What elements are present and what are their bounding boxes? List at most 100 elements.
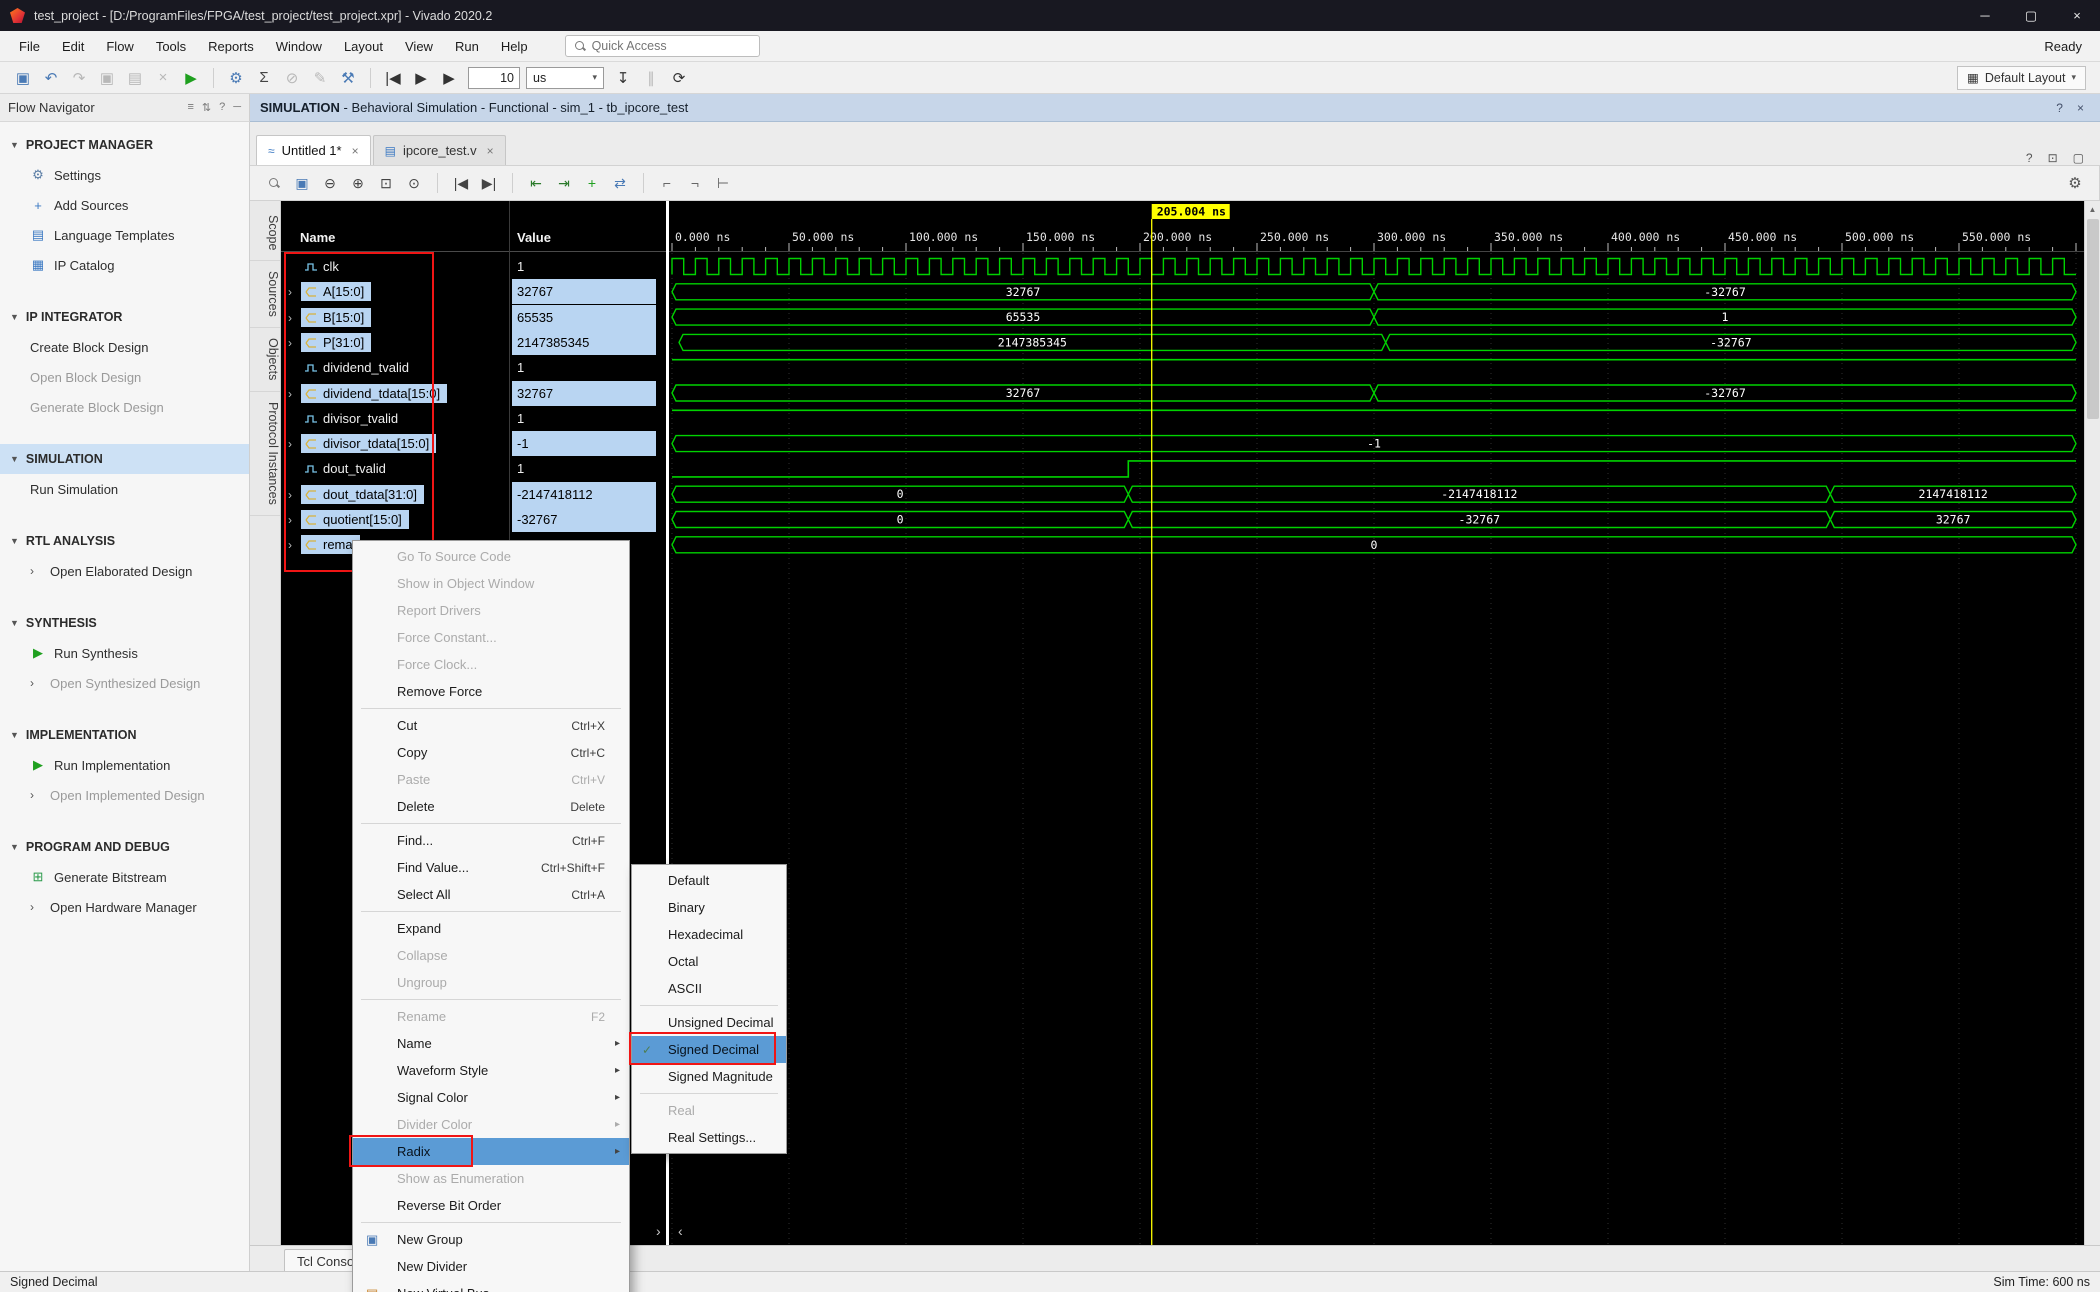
- context-menu-item-select-all[interactable]: Select AllCtrl+A: [353, 881, 629, 908]
- context-menu-item-name[interactable]: Name▸: [353, 1030, 629, 1057]
- scrollbar-thumb[interactable]: [2087, 219, 2099, 419]
- close-icon[interactable]: ×: [352, 144, 359, 158]
- signal-name-row-dividend-tdata-15-0[interactable]: ›dividend_tdata[15:0]: [281, 381, 509, 406]
- menubar-item-reports[interactable]: Reports: [197, 33, 265, 60]
- snap-left-icon[interactable]: ⌐: [655, 171, 679, 195]
- flownav-help-icon[interactable]: ?: [219, 101, 225, 114]
- flow-item-run-simulation[interactable]: Run Simulation: [0, 474, 249, 504]
- context-menu-item-reverse-bit-order[interactable]: Reverse Bit Order: [353, 1192, 629, 1219]
- menubar-item-file[interactable]: File: [8, 33, 51, 60]
- side-tab-scope[interactable]: Scope: [250, 205, 280, 261]
- radix-item-hexadecimal[interactable]: Hexadecimal: [632, 921, 786, 948]
- minimize-icon[interactable]: ─: [1962, 0, 2008, 31]
- signal-name-row-divisor-tvalid[interactable]: divisor_tvalid: [281, 406, 509, 431]
- flow-item-generate-bitstream[interactable]: ⊞Generate Bitstream: [0, 862, 249, 892]
- context-menu-item-remove-force[interactable]: Remove Force: [353, 678, 629, 705]
- maximize-icon[interactable]: ▢: [2073, 151, 2084, 165]
- maximize-icon[interactable]: ▢: [2008, 0, 2054, 31]
- tab-ipcore-test-v[interactable]: ▤ipcore_test.v×: [373, 135, 506, 165]
- close-icon[interactable]: ×: [487, 144, 494, 158]
- context-menu-item-waveform-style[interactable]: Waveform Style▸: [353, 1057, 629, 1084]
- help-icon[interactable]: ?: [2056, 101, 2063, 115]
- context-menu-item-find[interactable]: Find...Ctrl+F: [353, 827, 629, 854]
- expand-arrow-icon[interactable]: ›: [288, 387, 301, 401]
- flow-item-add-sources[interactable]: +Add Sources: [0, 190, 249, 220]
- settings-gear-icon[interactable]: ⚙: [223, 65, 249, 91]
- context-menu-item-find-value[interactable]: Find Value...Ctrl+Shift+F: [353, 854, 629, 881]
- zoom-in-icon[interactable]: ⊕: [346, 171, 370, 195]
- zoom-out-icon[interactable]: ⊖: [318, 171, 342, 195]
- signal-name-row-b-15-0[interactable]: ›B[15:0]: [281, 305, 509, 330]
- radix-item-default[interactable]: Default: [632, 867, 786, 894]
- scroll-up-icon[interactable]: ▲: [2085, 201, 2100, 217]
- layout-select[interactable]: ▦ Default Layout ▾: [1957, 66, 2086, 90]
- flow-item-open-block-design[interactable]: Open Block Design: [0, 362, 249, 392]
- relaunch-icon[interactable]: ⟳: [666, 65, 692, 91]
- flow-section-rtl-analysis[interactable]: ▼RTL ANALYSIS: [0, 526, 249, 556]
- flow-section-implementation[interactable]: ▼IMPLEMENTATION: [0, 720, 249, 750]
- flow-item-open-synthesized-design[interactable]: ›Open Synthesized Design: [0, 668, 249, 698]
- open-window-icon[interactable]: ▣: [10, 65, 36, 91]
- save-wave-config-icon[interactable]: ▣: [290, 171, 314, 195]
- expand-arrow-icon[interactable]: ›: [288, 336, 301, 350]
- expand-arrow-icon[interactable]: ›: [288, 437, 301, 451]
- signal-name-row-dout-tvalid[interactable]: dout_tvalid: [281, 456, 509, 481]
- flow-item-run-synthesis[interactable]: ▶Run Synthesis: [0, 638, 249, 668]
- add-marker-icon[interactable]: +: [580, 171, 604, 195]
- radix-item-octal[interactable]: Octal: [632, 948, 786, 975]
- flow-item-open-implemented-design[interactable]: ›Open Implemented Design: [0, 780, 249, 810]
- time-unit-select[interactable]: us ▾: [526, 67, 604, 89]
- radix-item-signed-decimal[interactable]: ✓Signed Decimal: [632, 1036, 786, 1063]
- flow-item-create-block-design[interactable]: Create Block Design: [0, 332, 249, 362]
- context-menu-item-copy[interactable]: CopyCtrl+C: [353, 739, 629, 766]
- swap-cursor-icon[interactable]: ⇄: [608, 171, 632, 195]
- run-all-icon[interactable]: ▶: [408, 65, 434, 91]
- signal-name-row-quotient-15-0[interactable]: ›quotient[15:0]: [281, 507, 509, 532]
- expand-arrow-icon[interactable]: ›: [288, 513, 301, 527]
- flow-item-open-hardware-manager[interactable]: ›Open Hardware Manager: [0, 892, 249, 922]
- context-menu-item-new-virtual-bus[interactable]: ▤New Virtual Bus: [353, 1280, 629, 1292]
- radix-item-ascii[interactable]: ASCII: [632, 975, 786, 1002]
- signal-name-row-clk[interactable]: clk: [281, 254, 509, 279]
- next-transition-icon[interactable]: ⇥: [552, 171, 576, 195]
- context-menu-item-new-divider[interactable]: New Divider: [353, 1253, 629, 1280]
- go-to-start-icon[interactable]: |◀: [449, 171, 473, 195]
- help-icon[interactable]: ?: [2026, 151, 2033, 165]
- waveform-canvas[interactable]: 0.000 ns50.000 ns100.000 ns150.000 ns200…: [669, 201, 2084, 1245]
- run-time-input[interactable]: [468, 67, 520, 89]
- close-icon[interactable]: ×: [2054, 0, 2100, 31]
- menubar-item-run[interactable]: Run: [444, 33, 490, 60]
- menubar-item-edit[interactable]: Edit: [51, 33, 95, 60]
- radix-item-binary[interactable]: Binary: [632, 894, 786, 921]
- wave-settings-gear-icon[interactable]: ⚙: [2063, 171, 2087, 195]
- hscroll-right-icon[interactable]: ›: [656, 1223, 661, 1239]
- vertical-scrollbar[interactable]: ▲: [2084, 201, 2100, 1245]
- probe-icon[interactable]: ⚒: [335, 65, 361, 91]
- radix-item-signed-magnitude[interactable]: Signed Magnitude: [632, 1063, 786, 1090]
- context-menu-item-radix[interactable]: Radix▸: [353, 1138, 629, 1165]
- run-for-time-icon[interactable]: ▶: [436, 65, 462, 91]
- zoom-to-cursor-icon[interactable]: ⊙: [402, 171, 426, 195]
- menubar-item-layout[interactable]: Layout: [333, 33, 394, 60]
- float-icon[interactable]: ⊡: [2048, 151, 2058, 165]
- menubar-item-flow[interactable]: Flow: [95, 33, 144, 60]
- flow-item-settings[interactable]: ⚙Settings: [0, 160, 249, 190]
- flow-section-project-manager[interactable]: ▼PROJECT MANAGER: [0, 130, 249, 160]
- hscroll-left-icon[interactable]: ‹: [678, 1223, 683, 1239]
- step-icon[interactable]: ↧: [610, 65, 636, 91]
- restart-icon[interactable]: |◀: [380, 65, 406, 91]
- flow-item-open-elaborated-design[interactable]: ›Open Elaborated Design: [0, 556, 249, 586]
- snap-range-icon[interactable]: ⊢: [711, 171, 735, 195]
- sum-icon[interactable]: Σ: [251, 65, 277, 91]
- tab-untitled-1[interactable]: ≈Untitled 1*×: [256, 135, 371, 165]
- quick-access-input[interactable]: [592, 39, 737, 53]
- context-menu-item-new-group[interactable]: ▣New Group: [353, 1226, 629, 1253]
- flow-item-language-templates[interactable]: ▤Language Templates: [0, 220, 249, 250]
- expand-arrow-icon[interactable]: ›: [288, 538, 301, 552]
- signal-name-row-a-15-0[interactable]: ›A[15:0]: [281, 279, 509, 304]
- context-menu-item-expand[interactable]: Expand: [353, 915, 629, 942]
- go-to-end-icon[interactable]: ▶|: [477, 171, 501, 195]
- undo-icon[interactable]: ↶: [38, 65, 64, 91]
- close-icon[interactable]: ×: [2077, 101, 2084, 115]
- expand-arrow-icon[interactable]: ›: [288, 285, 301, 299]
